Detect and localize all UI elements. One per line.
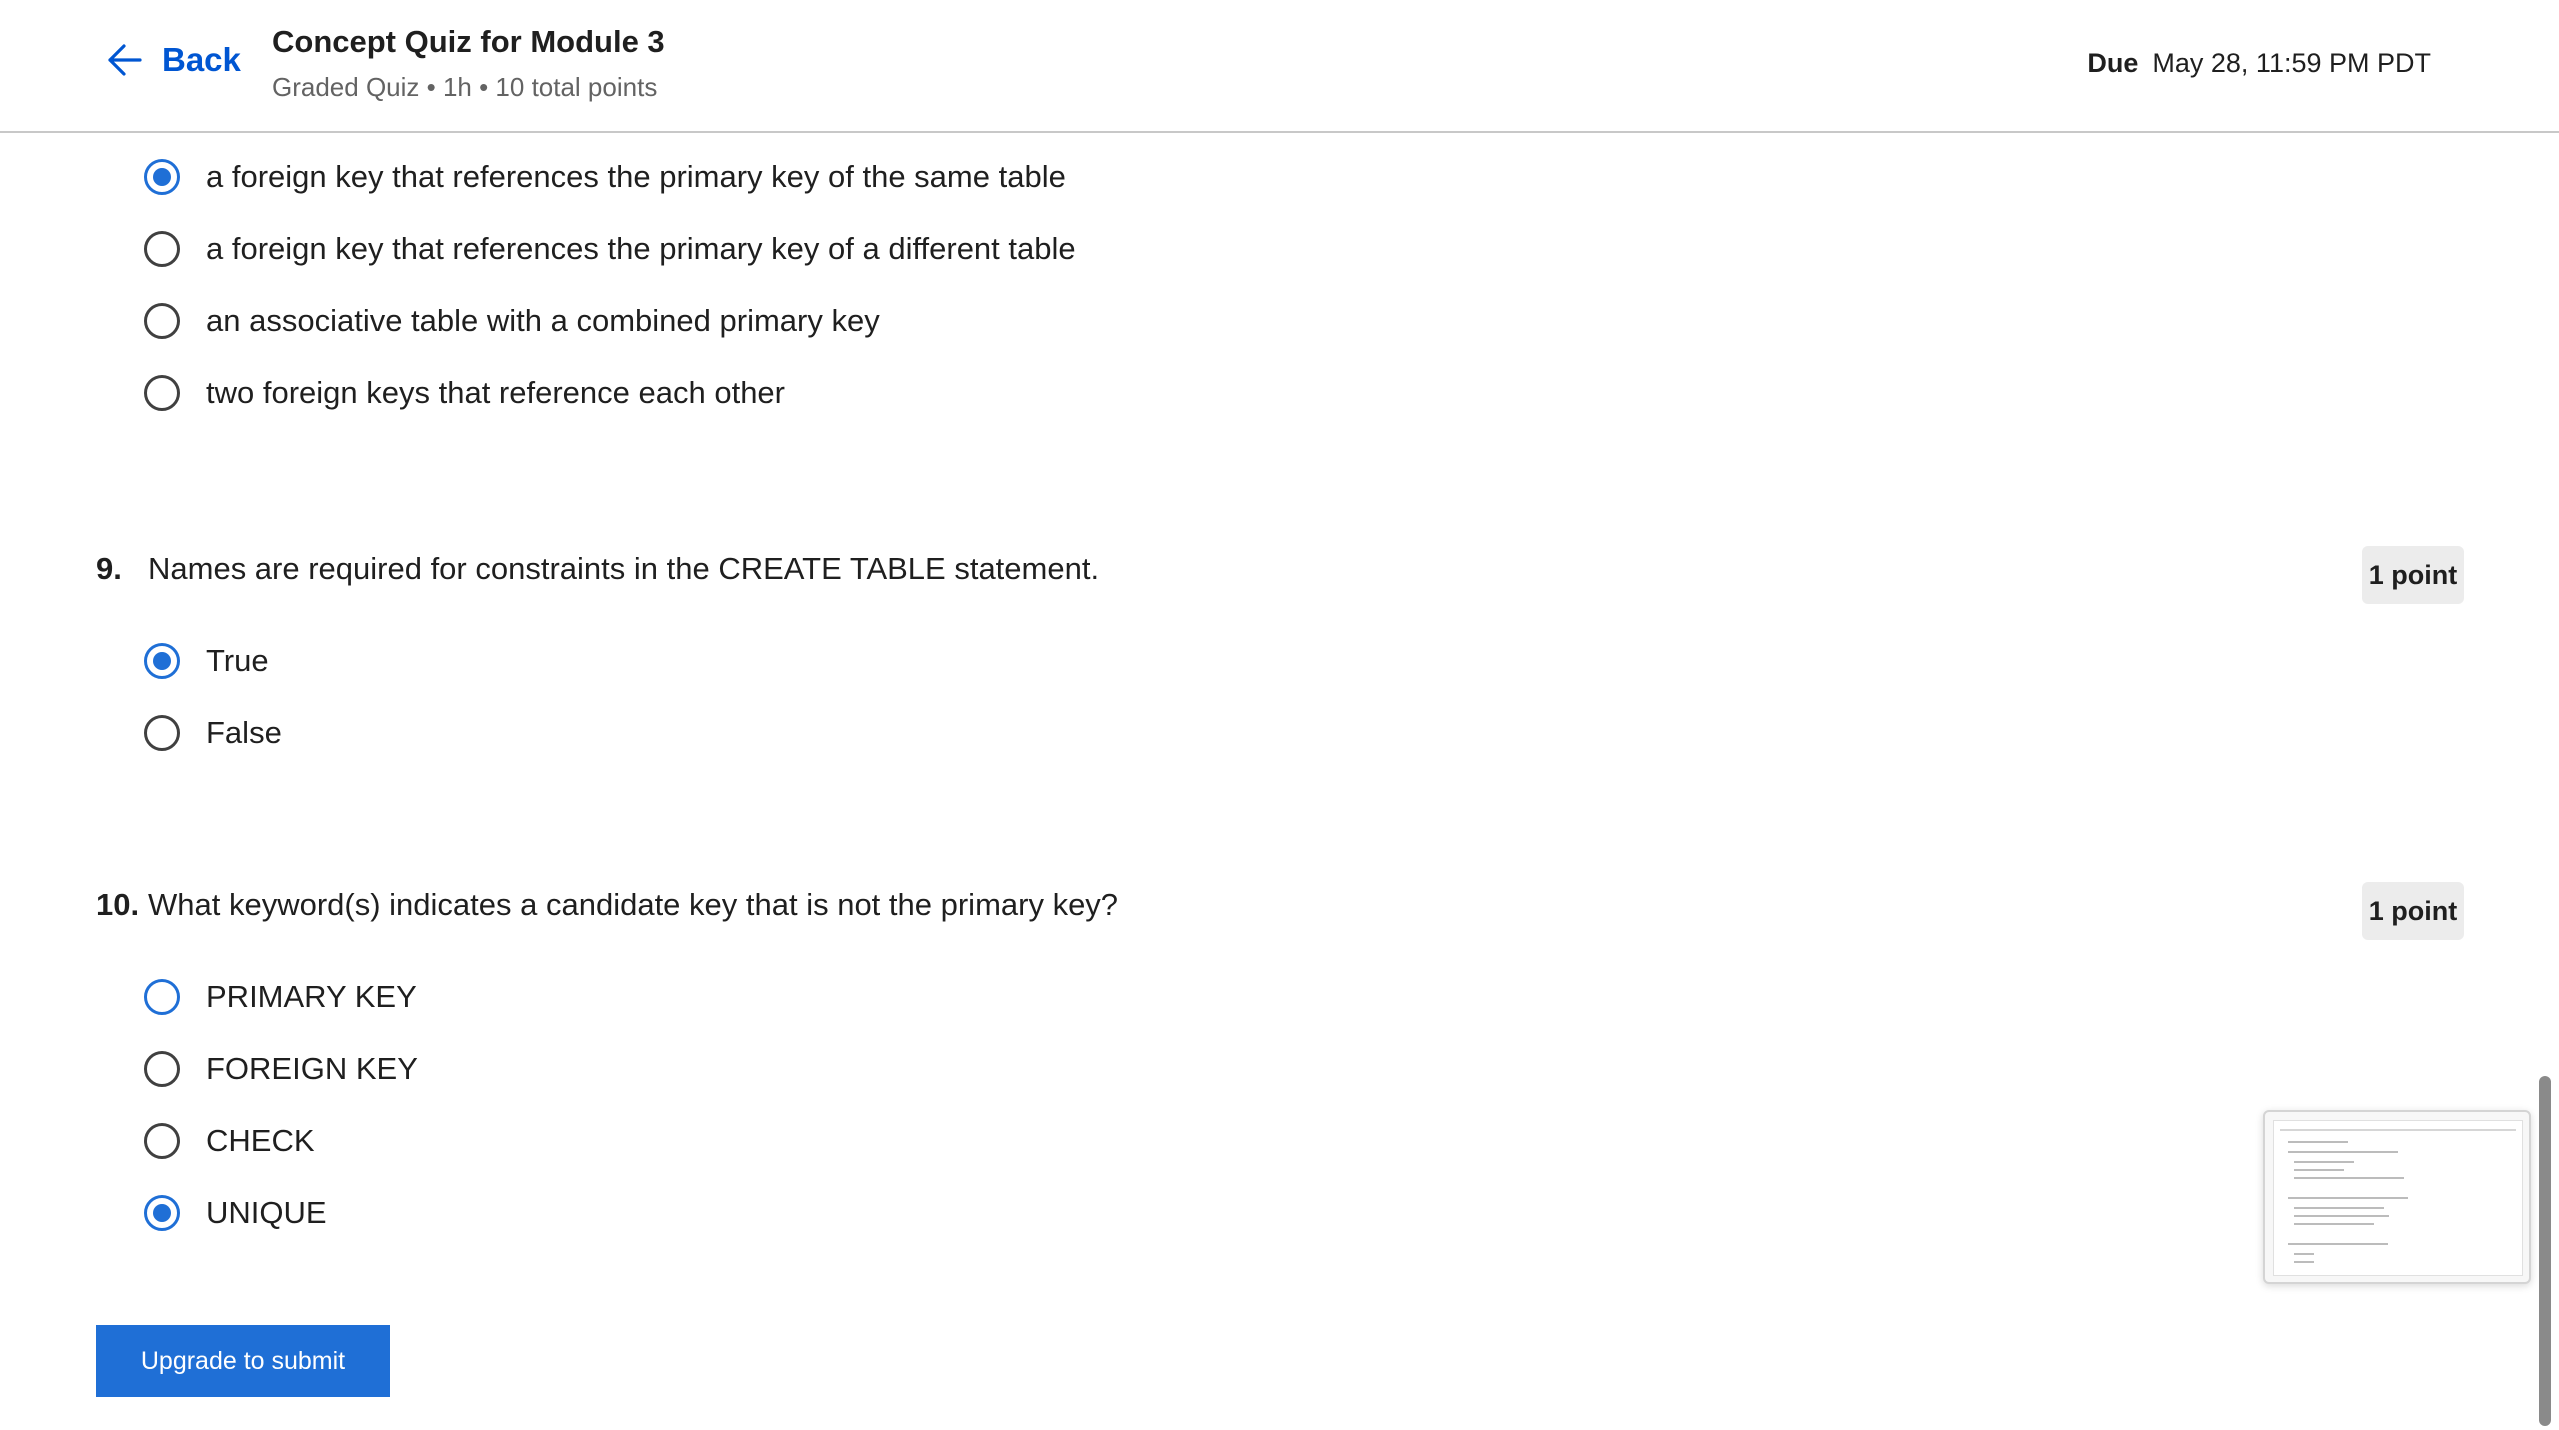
points-badge: 1 point bbox=[2362, 882, 2464, 940]
radio-selected-icon[interactable] bbox=[144, 643, 180, 679]
option-label: UNIQUE bbox=[206, 1195, 327, 1230]
radio-icon[interactable] bbox=[144, 303, 180, 339]
due-label: Due bbox=[2087, 48, 2139, 78]
q8-option-3[interactable]: an associative table with a combined pri… bbox=[144, 303, 880, 339]
thumb-line bbox=[2294, 1261, 2314, 1263]
question-text: Names are required for constraints in th… bbox=[148, 551, 1100, 586]
option-label: FOREIGN KEY bbox=[206, 1051, 418, 1086]
quiz-header: Back Concept Quiz for Module 3 Graded Qu… bbox=[0, 0, 2559, 133]
radio-selected-icon[interactable] bbox=[144, 159, 180, 195]
option-label: two foreign keys that reference each oth… bbox=[206, 375, 785, 410]
q8-option-2[interactable]: a foreign key that references the primar… bbox=[144, 231, 1076, 267]
quiz-meta: Graded Quiz • 1h • 10 total points bbox=[272, 72, 658, 102]
screenshot-thumbnail[interactable] bbox=[2263, 1110, 2531, 1284]
q9-option-true[interactable]: True bbox=[144, 643, 269, 679]
thumb-line bbox=[2294, 1161, 2354, 1163]
question-number: 9. bbox=[96, 551, 122, 586]
thumb-line bbox=[2288, 1141, 2348, 1143]
q10-option-primary-key[interactable]: PRIMARY KEY bbox=[144, 979, 417, 1015]
question-number: 10. bbox=[96, 887, 140, 922]
option-label: a foreign key that references the primar… bbox=[206, 231, 1076, 266]
points-badge: 1 point bbox=[2362, 546, 2464, 604]
radio-icon[interactable] bbox=[144, 1051, 180, 1087]
radio-icon[interactable] bbox=[144, 979, 180, 1015]
upgrade-to-submit-button[interactable]: Upgrade to submit bbox=[96, 1325, 390, 1397]
thumb-line bbox=[2294, 1215, 2389, 1217]
quiz-title: Concept Quiz for Module 3 bbox=[272, 24, 665, 59]
thumb-line bbox=[2294, 1169, 2344, 1171]
back-label: Back bbox=[162, 41, 241, 78]
option-label: a foreign key that references the primar… bbox=[206, 159, 1066, 194]
radio-icon[interactable] bbox=[144, 1123, 180, 1159]
option-label: CHECK bbox=[206, 1123, 315, 1158]
due-value: May 28, 11:59 PM PDT bbox=[2152, 48, 2431, 78]
thumb-line bbox=[2294, 1177, 2404, 1179]
thumbnail-preview bbox=[2273, 1120, 2523, 1276]
q10-option-check[interactable]: CHECK bbox=[144, 1123, 315, 1159]
quiz-content: a foreign key that references the primar… bbox=[0, 133, 2530, 1430]
radio-icon[interactable] bbox=[144, 375, 180, 411]
radio-icon[interactable] bbox=[144, 715, 180, 751]
question-9: 9. Names are required for constraints in… bbox=[96, 551, 1099, 587]
q8-option-1[interactable]: a foreign key that references the primar… bbox=[144, 159, 1066, 195]
option-label: PRIMARY KEY bbox=[206, 979, 417, 1014]
vertical-scrollbar[interactable] bbox=[2539, 1076, 2551, 1426]
option-label: False bbox=[206, 715, 282, 750]
q10-option-foreign-key[interactable]: FOREIGN KEY bbox=[144, 1051, 418, 1087]
question-text: What keyword(s) indicates a candidate ke… bbox=[148, 887, 1119, 922]
q8-option-4[interactable]: two foreign keys that reference each oth… bbox=[144, 375, 785, 411]
q10-option-unique[interactable]: UNIQUE bbox=[144, 1195, 327, 1231]
radio-icon[interactable] bbox=[144, 231, 180, 267]
thumb-line bbox=[2288, 1243, 2388, 1245]
q9-option-false[interactable]: False bbox=[144, 715, 282, 751]
thumb-line bbox=[2280, 1129, 2516, 1131]
thumb-line bbox=[2288, 1197, 2408, 1199]
back-button[interactable]: Back bbox=[104, 40, 241, 80]
option-label: an associative table with a combined pri… bbox=[206, 303, 880, 338]
thumb-line bbox=[2294, 1253, 2314, 1255]
question-10: 10. What keyword(s) indicates a candidat… bbox=[96, 887, 1118, 923]
option-label: True bbox=[206, 643, 269, 678]
thumb-line bbox=[2294, 1223, 2374, 1225]
arrow-left-icon bbox=[104, 40, 144, 80]
due-date: Due May 28, 11:59 PM PDT bbox=[2087, 48, 2431, 79]
thumb-line bbox=[2294, 1207, 2384, 1209]
thumb-line bbox=[2288, 1151, 2398, 1153]
radio-selected-icon[interactable] bbox=[144, 1195, 180, 1231]
